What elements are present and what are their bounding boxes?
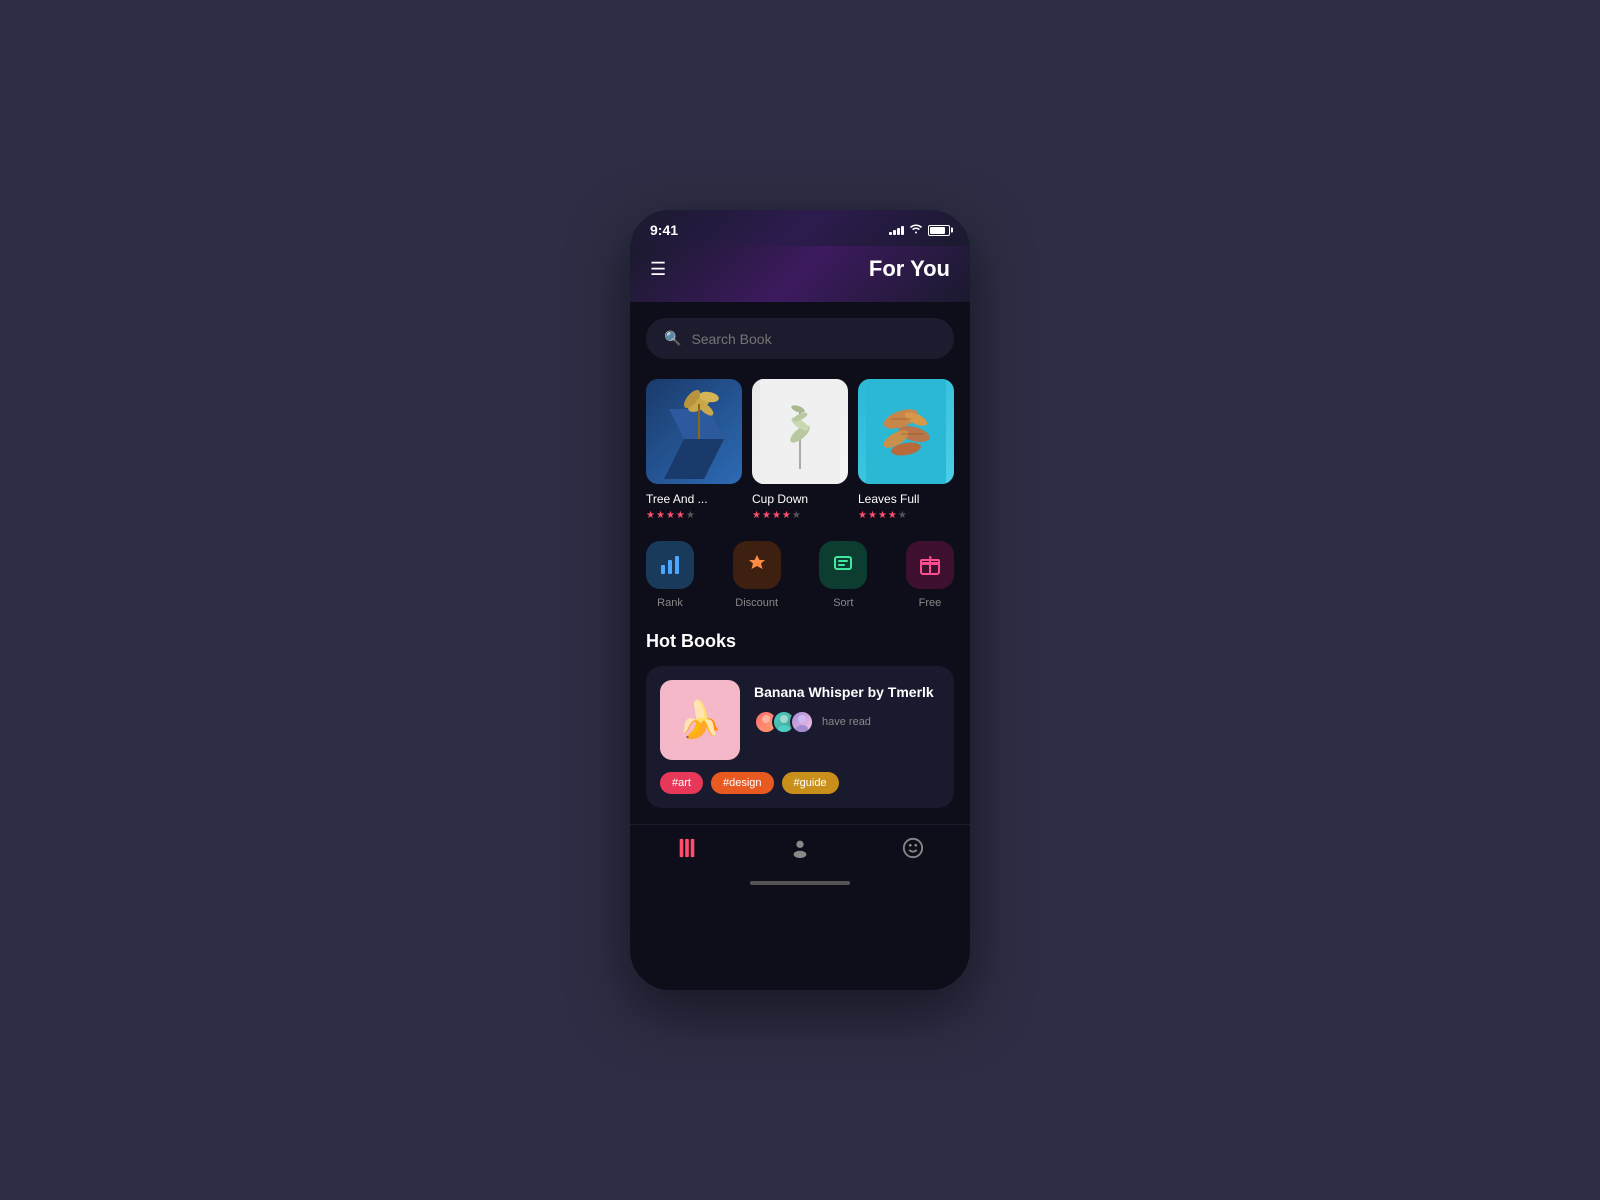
sort-label: Sort [833,597,853,609]
readers-row: have read [754,710,940,734]
hamburger-icon[interactable]: ☰ [650,259,666,280]
battery-icon [928,225,950,236]
nav-user-icon [789,837,811,865]
books-grid: Tree And ... ★ ★ ★ ★ ★ [646,379,954,521]
nav-item-user[interactable] [789,837,811,865]
banana-icon: 🍌 [678,699,723,741]
home-indicator [630,873,970,899]
discount-icon-bg [733,541,781,589]
tag-art[interactable]: #art [660,772,703,794]
book-stars-cup: ★ ★ ★ ★ ★ [752,510,848,521]
hot-book-top: 🍌 Banana Whisper by Tmerlk [660,680,940,760]
gift-icon [918,553,942,577]
reader-avatar-3 [790,710,814,734]
leaves-teal-illustration [866,379,946,484]
book-card-tree[interactable]: Tree And ... ★ ★ ★ ★ ★ [646,379,742,521]
hot-books-title: Hot Books [646,631,954,652]
nav-profile-icon [902,837,924,865]
sort-icon [831,553,855,577]
search-bar[interactable]: 🔍 [646,318,954,359]
rank-icon [658,553,682,577]
discount-label: Discount [735,597,778,609]
bottom-nav [630,824,970,873]
status-bar: 9:41 [630,210,970,246]
book-title-tree: Tree And ... [646,492,742,506]
stem-white-illustration [760,379,840,484]
book-cover-leaves [858,379,954,484]
book-card-leaves[interactable]: Leaves Full ★ ★ ★ ★ ★ [858,379,954,521]
signal-bars-icon [889,226,904,235]
phone-frame: 9:41 ☰ For You 🔍 [630,210,970,990]
app-header: ☰ For You [630,246,970,302]
free-icon-bg [906,541,954,589]
search-icon: 🔍 [664,330,681,347]
nav-books-icon [676,837,698,865]
hot-book-info: Banana Whisper by Tmerlk [754,680,940,734]
hot-book-cover: 🍌 [660,680,740,760]
rank-label: Rank [657,597,683,609]
sort-icon-bg [819,541,867,589]
nav-item-profile[interactable] [902,837,924,865]
book-cover-cup [752,379,848,484]
book-card-cup[interactable]: Cup Down ★ ★ ★ ★ ★ [752,379,848,521]
nav-item-books[interactable] [676,837,698,865]
category-rank[interactable]: Rank [646,541,694,609]
rank-icon-bg [646,541,694,589]
category-sort[interactable]: Sort [819,541,867,609]
category-discount[interactable]: Discount [733,541,781,609]
tags-row: #art #design #guide [660,772,940,794]
main-content: 🔍 T [630,302,970,824]
book-title-leaves: Leaves Full [858,492,954,506]
book-title-cup: Cup Down [752,492,848,506]
search-input[interactable] [691,331,936,347]
free-label: Free [919,597,942,609]
book-cover-tree [646,379,742,484]
status-icons [889,223,950,237]
book-stars-tree: ★ ★ ★ ★ ★ [646,510,742,521]
categories-row: Rank Discount Sort [646,541,954,609]
reader-avatars [754,710,808,734]
discount-icon [745,553,769,577]
tag-guide[interactable]: #guide [782,772,839,794]
status-time: 9:41 [650,222,678,238]
book-stars-leaves: ★ ★ ★ ★ ★ [858,510,954,521]
hot-book-card[interactable]: 🍌 Banana Whisper by Tmerlk [646,666,954,808]
hot-book-title: Banana Whisper by Tmerlk [754,684,940,700]
wifi-icon [909,223,923,237]
plant-blue-illustration [654,379,734,484]
have-read-text: have read [822,716,871,728]
page-title: For You [869,256,950,282]
home-bar [750,881,850,885]
category-free[interactable]: Free [906,541,954,609]
tag-design[interactable]: #design [711,772,774,794]
